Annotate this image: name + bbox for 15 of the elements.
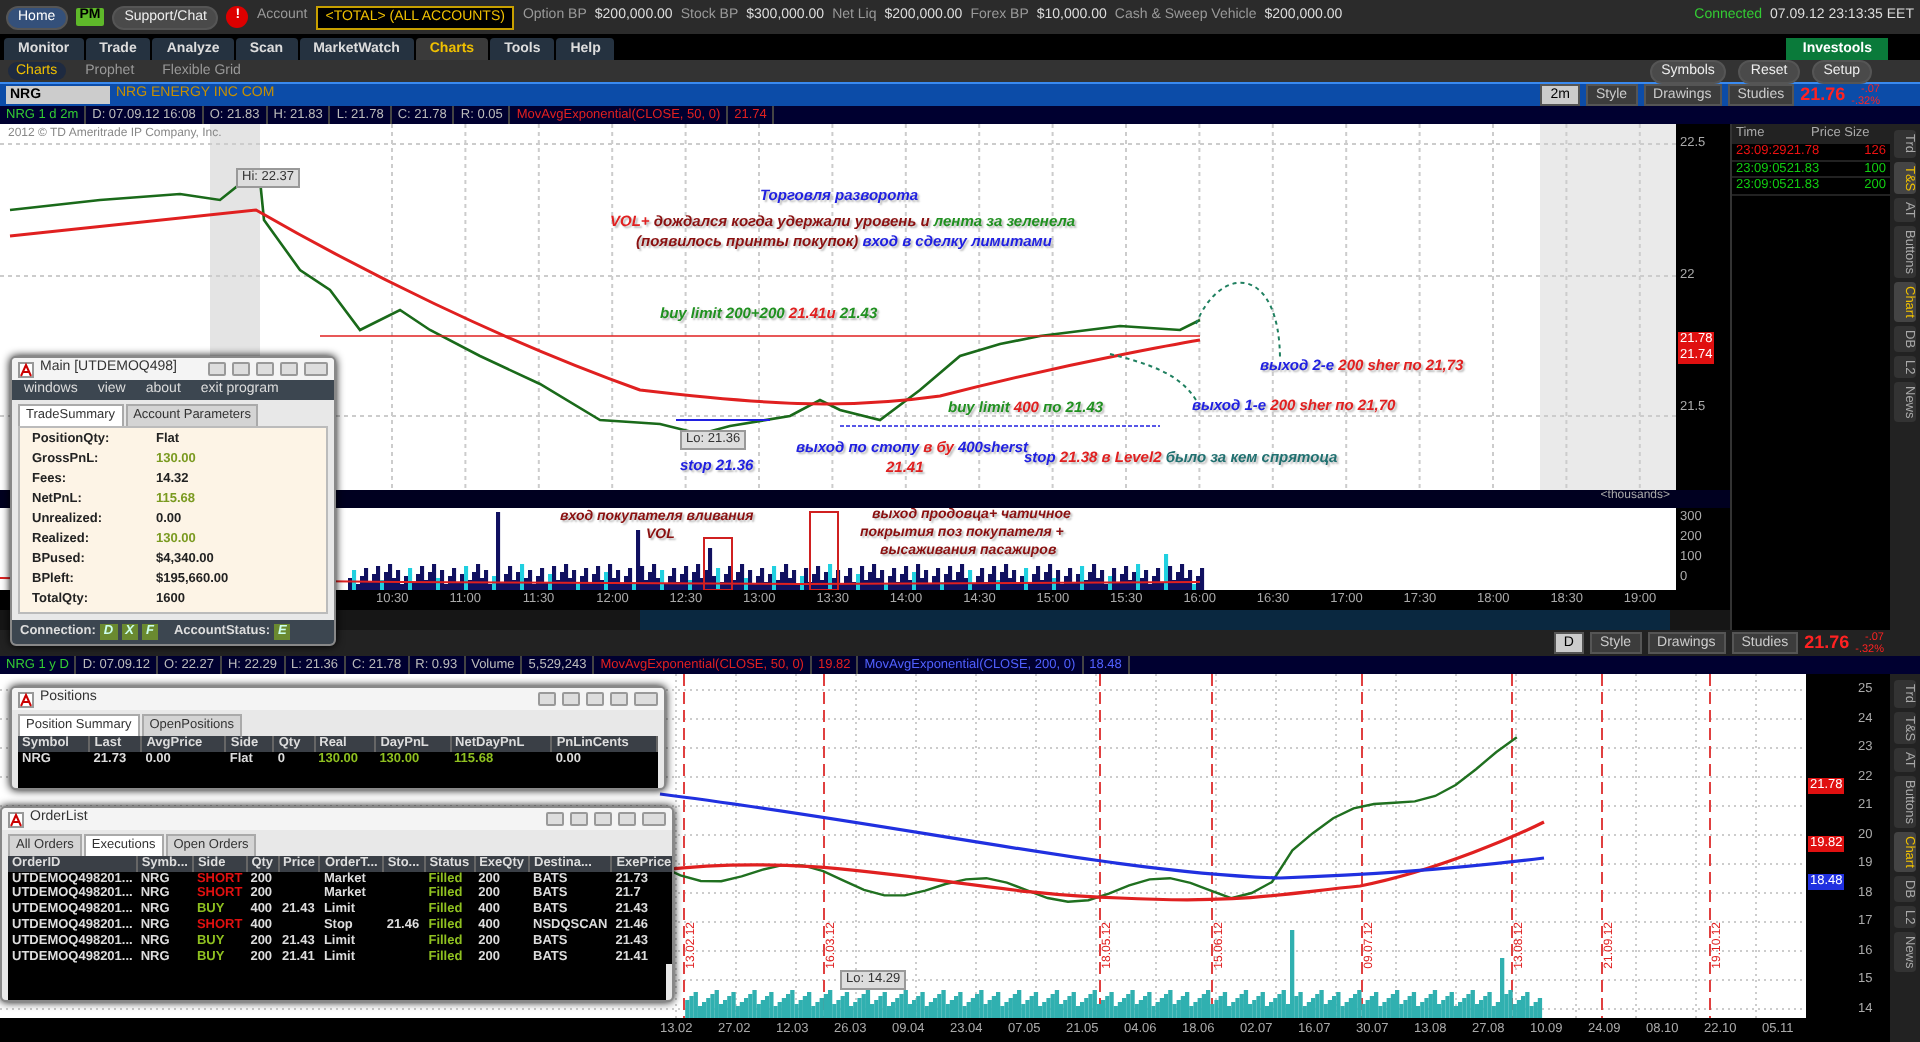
last-price: 21.76 (1800, 84, 1846, 106)
minimize-button[interactable] (586, 692, 604, 706)
scroll-bar[interactable] (640, 610, 1670, 630)
highlight-frame (703, 537, 733, 590)
maximize-button[interactable] (618, 812, 636, 826)
close-button[interactable] (642, 812, 666, 826)
close-button[interactable] (634, 692, 658, 706)
maximize-button[interactable] (280, 362, 298, 376)
maximize-button[interactable] (610, 692, 628, 706)
minimize-button[interactable] (594, 812, 612, 826)
highlight-frame (809, 511, 839, 590)
stop-line (675, 419, 771, 421)
close-button[interactable] (304, 362, 328, 376)
last-price: 21.76 (1804, 632, 1850, 654)
minimize-button[interactable] (256, 362, 274, 376)
